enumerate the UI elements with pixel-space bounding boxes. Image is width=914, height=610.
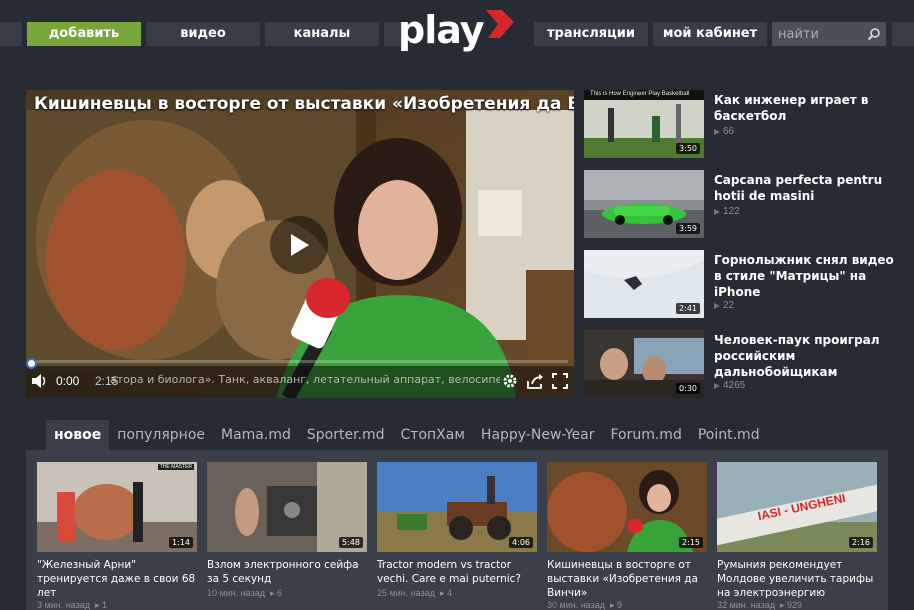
view-count-value: 929 [787,600,803,610]
nav-broadcasts[interactable]: трансляции [534,22,648,46]
card-title[interactable]: Tractor modern vs tractor vechi. Care e … [377,558,537,586]
views-triangle-icon [714,302,720,309]
video-player[interactable]: Кишиневцы в восторге от выставки «Изобре… [26,90,574,398]
card-meta: 30 мин. назад ▸ 9 [547,600,623,610]
card-meta: 3 мин. назад ▸ 1 [37,600,107,610]
time-ago: 32 мин. назад [717,600,775,610]
duration-badge: 1:14 [169,537,193,548]
video-thumbnail[interactable]: 2:41 [584,250,704,318]
card-title[interactable]: Взлом электронного сейфа за 5 секунд [207,558,367,586]
side-video-title[interactable]: Capcana perfecta pentru hotii de masini [714,172,900,204]
progress-handle[interactable] [26,358,37,369]
current-time: 0:00 [56,374,80,388]
fullscreen-icon[interactable] [552,373,568,389]
side-video-item[interactable]: 2:41 Горнолыжник снял видео в стиле "Мат… [584,250,904,320]
thumb-badge: THE MASTER [157,464,194,470]
search-icon [867,28,880,41]
tab-sporter-md[interactable]: Sporter.md [299,420,393,450]
nav-video[interactable]: видео [146,22,260,46]
thumb-caption: This is How Engineer Play Basketball [590,91,690,97]
duration-badge: 3:59 [676,223,700,234]
duration-badge: 5:48 [339,537,363,548]
search-input[interactable] [772,22,862,46]
tab-popular[interactable]: популярное [109,420,213,450]
view-count-value: 6 [277,588,283,598]
views-triangle-icon [714,128,720,135]
category-tabs: новое популярное Mama.md Sporter.md Стоп… [46,420,768,450]
video-title[interactable]: Кишиневцы в восторге от выставки «Изобре… [34,94,574,114]
view-count-value: 1 [101,600,107,610]
video-thumbnail[interactable]: 4:06 [377,462,537,552]
view-count-value: 66 [723,126,735,137]
nav-my-cabinet[interactable]: мой кабинет [653,22,767,46]
tab-forum-md[interactable]: Forum.md [602,420,689,450]
card-meta: 10 мин. назад ▸ 6 [207,588,283,598]
share-icon[interactable] [526,373,544,389]
view-count-value: 4265 [723,380,746,391]
tab-happy-new-year[interactable]: Happy-New-Year [473,420,603,450]
view-count: 122 [714,206,740,217]
card-meta: 25 мин. назад ▸ 4 [377,588,453,598]
logo-chevron-icon [486,10,514,38]
side-video-title[interactable]: Как инженер играет в баскетбол [714,92,900,124]
add-button[interactable]: добавить [27,22,141,46]
progress-track[interactable] [32,360,568,363]
video-thumbnail[interactable]: 3:59 [584,170,704,238]
duration-badge: 3:50 [676,143,700,154]
time-ago: 10 мин. назад [207,588,265,598]
logo-text: play [398,8,484,52]
play-icon [291,234,309,256]
video-thumbnail[interactable]: 2:15 [547,462,707,552]
view-count: 4265 [714,380,745,391]
time-ago: 25 мин. назад [377,588,435,598]
side-video-item[interactable]: 3:59 Capcana perfecta pentru hotii de ma… [584,170,904,240]
caption-ticker: атора и биолога». Танк, акваланг, летате… [110,373,500,386]
video-thumbnail[interactable]: THE MASTER 1:14 [37,462,197,552]
time-ago: 3 мин. назад [37,600,90,610]
card-title[interactable]: Кишиневцы в восторге от выставки «Изобре… [547,558,707,600]
view-count-value: 4 [447,588,453,598]
video-thumbnail[interactable]: IASI - UNGHENI 2:16 [717,462,877,552]
tab-mama-md[interactable]: Mama.md [213,420,299,450]
side-video-title[interactable]: Человек-паук проиграл российским дальноб… [714,332,900,380]
view-count-value: 9 [617,600,623,610]
duration-badge: 2:16 [849,537,873,548]
side-video-item[interactable]: This is How Engineer Play Basketball 3:5… [584,90,904,160]
views-triangle-icon [714,382,720,389]
nav-channels[interactable]: каналы [265,22,379,46]
view-count-value: 22 [723,300,735,311]
nav-left-edge[interactable] [0,22,22,46]
duration-badge: 0:30 [676,383,700,394]
tab-point-md[interactable]: Point.md [690,420,768,450]
settings-gear-icon[interactable] [502,373,518,389]
card-title[interactable]: Румыния рекомендует Молдове увеличить та… [717,558,877,600]
time-ago: 30 мин. назад [547,600,605,610]
side-video-item[interactable]: 0:30 Человек-паук проиграл российским да… [584,330,904,400]
duration-badge: 4:06 [509,537,533,548]
video-thumbnail[interactable]: 0:30 [584,330,704,398]
view-count-value: 122 [723,206,740,217]
view-count: 66 [714,126,734,137]
video-thumbnail[interactable]: This is How Engineer Play Basketball 3:5… [584,90,704,158]
search-button[interactable] [862,22,886,46]
views-triangle-icon [714,208,720,215]
play-logo[interactable]: play [398,8,518,54]
tab-new[interactable]: новое [46,420,110,450]
card-title[interactable]: "Железный Арни" тренируется даже в свои … [37,558,197,600]
view-count: 22 [714,300,734,311]
volume-icon[interactable] [31,373,49,389]
side-video-title[interactable]: Горнолыжник снял видео в стиле "Матрицы"… [714,252,900,300]
search-box [772,22,886,46]
tab-stopham[interactable]: СтопХам [393,420,473,450]
card-meta: 32 мин. назад ▸ 929 [717,600,803,610]
video-thumbnail[interactable]: 5:48 [207,462,367,552]
play-button[interactable] [270,216,328,274]
duration-badge: 2:41 [676,303,700,314]
duration-badge: 2:15 [679,537,703,548]
nav-right-edge[interactable] [892,22,914,46]
